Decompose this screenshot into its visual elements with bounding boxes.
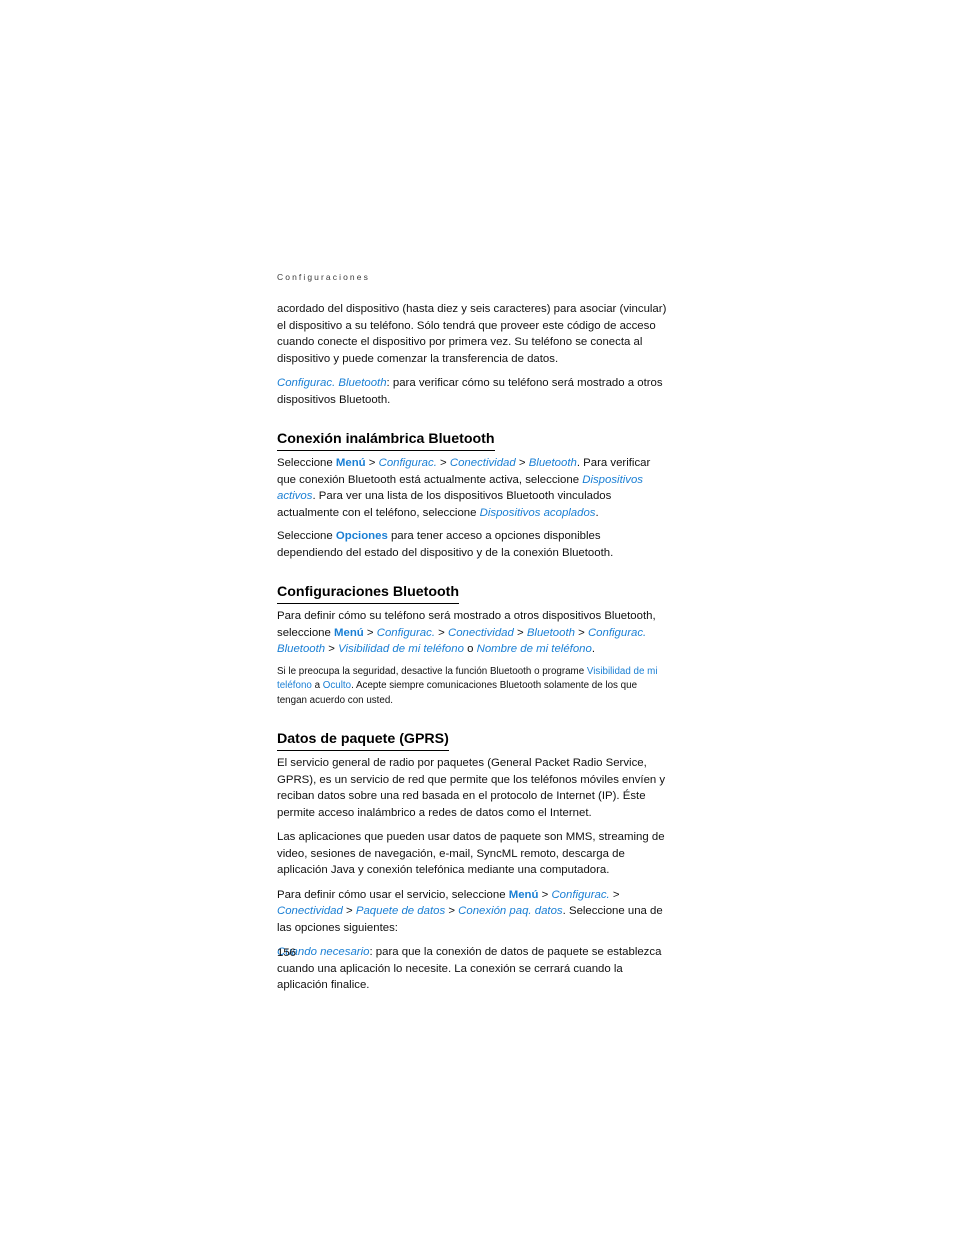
- path-separator: >: [436, 457, 450, 469]
- heading-wrap-gprs: Datos de paquete (GPRS): [277, 716, 667, 755]
- note-text-a: Si le preocupa la seguridad, desactive l…: [277, 665, 587, 677]
- security-note-paragraph: Si le preocupa la seguridad, desactive l…: [277, 665, 667, 709]
- path-separator: >: [574, 626, 588, 639]
- ui-term-bluetooth: Bluetooth: [526, 626, 575, 639]
- ui-bold-menu: Menú: [335, 457, 366, 469]
- ui-term-dispositivos-acoplados: Dispositivos acoplados: [479, 506, 596, 519]
- path-separator: >: [434, 626, 448, 639]
- conexion-path-paragraph: Seleccione Menú > Configurac. > Conectiv…: [277, 455, 667, 521]
- gprs-p2-text: Las aplicaciones que pueden usar datos d…: [277, 831, 665, 877]
- conexion-opciones-text-a: Seleccione: [277, 530, 336, 542]
- manual-page-content: Configuraciones acordado del dispositivo…: [277, 272, 667, 1002]
- path-separator: >: [609, 888, 620, 901]
- config-bt-path-paragraph: Para definir cómo su teléfono será mostr…: [277, 608, 667, 658]
- heading-configuraciones-bluetooth: Configuraciones Bluetooth: [277, 583, 460, 604]
- gprs-applications-paragraph: Las aplicaciones que pueden usar datos d…: [277, 829, 667, 879]
- running-header: Configuraciones: [277, 272, 370, 282]
- conexion-text-d: .: [595, 506, 599, 519]
- ui-term-visibilidad-mi-telefono: Visibilidad de mi teléfono: [338, 643, 464, 655]
- ui-term-conectividad: Conectividad: [277, 905, 343, 918]
- heading-wrap-config-bt: Configuraciones Bluetooth: [277, 569, 667, 608]
- intro-paragraph-text: acordado del dispositivo (hasta diez y s…: [277, 303, 667, 365]
- heading-conexion-inalambrica-bluetooth: Conexión inalámbrica Bluetooth: [277, 430, 495, 451]
- path-separator: >: [363, 626, 377, 639]
- page-number: 156: [277, 947, 297, 959]
- ui-bold-menu: Menú: [334, 626, 364, 639]
- gprs-text-a: Para definir cómo usar el servicio, sele…: [277, 888, 509, 901]
- ui-term-configurac: Configurac.: [551, 888, 610, 901]
- path-separator: >: [365, 457, 379, 469]
- path-separator: >: [342, 905, 356, 918]
- ui-term-bluetooth: Bluetooth: [528, 457, 577, 469]
- ui-bold-opciones: Opciones: [335, 530, 388, 542]
- cuando-necesario-paragraph: Cuando necesario: para que la conexión d…: [277, 944, 667, 994]
- gprs-description-paragraph: El servicio general de radio por paquete…: [277, 755, 667, 821]
- ui-term-conectividad: Conectividad: [449, 457, 516, 469]
- bluetooth-config-paragraph: Configurac. Bluetooth: para verificar có…: [277, 375, 667, 408]
- ui-term-conectividad: Conectividad: [447, 626, 514, 639]
- ui-term-nombre-mi-telefono: Nombre de mi teléfono: [476, 643, 592, 655]
- ui-term-configurac: Configurac.: [376, 626, 435, 639]
- path-separator: >: [445, 905, 459, 918]
- ui-term-configurac-bluetooth: Configurac. Bluetooth: [277, 377, 387, 389]
- conjunction-o: o: [463, 643, 477, 655]
- path-separator: >: [515, 457, 529, 469]
- heading-datos-de-paquete-gprs: Datos de paquete (GPRS): [277, 730, 449, 752]
- config-text-end: .: [591, 643, 596, 655]
- ui-term-configurac: Configurac.: [378, 457, 437, 469]
- ui-term-paquete-de-datos: Paquete de datos: [355, 905, 446, 918]
- ui-term-conexion-paq-datos: Conexión paq. datos: [458, 905, 563, 918]
- path-separator: >: [325, 643, 339, 655]
- intro-paragraph: acordado del dispositivo (hasta diez y s…: [277, 301, 667, 367]
- note-text-b: a: [311, 680, 323, 692]
- ui-term-oculto: Oculto: [322, 680, 352, 692]
- heading-wrap-conexion: Conexión inalámbrica Bluetooth: [277, 416, 667, 455]
- conexion-text-a: Seleccione: [277, 457, 336, 469]
- path-separator: >: [538, 888, 552, 901]
- gprs-p1-text: El servicio general de radio por paquete…: [277, 757, 666, 819]
- gprs-path-paragraph: Para definir cómo usar el servicio, sele…: [277, 887, 667, 937]
- ui-bold-menu: Menú: [508, 888, 539, 901]
- path-separator: >: [513, 626, 527, 639]
- conexion-opciones-paragraph: Seleccione Opciones para tener acceso a …: [277, 528, 667, 561]
